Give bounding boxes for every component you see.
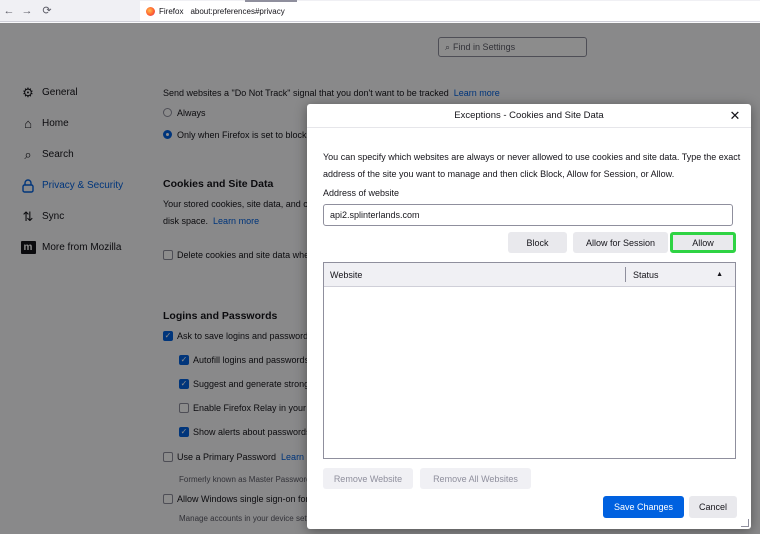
sidebar-item-home[interactable]: ⌂ Home [20, 108, 150, 139]
address-label: Address of website [323, 188, 400, 198]
dnt-text: Send websites a "Do Not Track" signal th… [163, 88, 500, 98]
delete-cookies-checkbox[interactable] [163, 250, 173, 260]
sidebar-item-general[interactable]: ⚙ General [20, 77, 150, 108]
autofill-checkbox[interactable]: ✓ [179, 355, 189, 365]
autofill-label: Autofill logins and passwords [193, 355, 310, 365]
cookies-learn-more-link[interactable]: Learn more [213, 216, 259, 226]
windows-sso-subtext: Manage accounts in your device settings [179, 514, 324, 523]
search-icon: ⌕ [445, 41, 451, 52]
sidebar-item-label: General [42, 87, 78, 98]
logins-heading: Logins and Passwords [163, 310, 278, 322]
radio-only-when[interactable] [163, 130, 172, 139]
block-button[interactable]: Block [508, 232, 567, 253]
sidebar-item-sync[interactable]: ⇅ Sync [20, 201, 150, 232]
sidebar-item-label: More from Mozilla [42, 242, 122, 253]
relay-checkbox[interactable] [179, 403, 189, 413]
suggest-checkbox[interactable]: ✓ [179, 379, 189, 389]
resize-grip-icon[interactable] [741, 519, 749, 527]
website-table[interactable]: Website Status ▲ [323, 262, 736, 459]
sidebar-item-label: Search [42, 149, 74, 160]
back-arrow-icon[interactable]: ← [2, 4, 16, 18]
cookies-text-2: disk space. Learn more [163, 216, 260, 226]
close-icon[interactable]: ✕ [727, 108, 743, 124]
sidebar-item-more-from-mozilla[interactable]: m More from Mozilla [20, 232, 150, 263]
radio-always[interactable] [163, 108, 172, 117]
sidebar-item-label: Home [42, 118, 69, 129]
allow-button[interactable]: Allow [670, 232, 736, 253]
sort-up-icon: ▲ [716, 271, 723, 278]
dnt-learn-more-link[interactable]: Learn more [454, 88, 500, 98]
remove-website-button[interactable]: Remove Website [323, 468, 413, 489]
settings-search-input[interactable]: ⌕ Find in Settings [438, 37, 587, 57]
column-header-status[interactable]: Status ▲ [626, 270, 735, 280]
forward-arrow-icon[interactable]: → [20, 4, 34, 18]
windows-sso-checkbox[interactable] [163, 494, 173, 504]
sidebar-item-privacy[interactable]: Privacy & Security [20, 170, 150, 201]
settings-sidebar: ⚙ General ⌂ Home ⌕ Search Privacy & Secu… [20, 77, 150, 263]
reload-icon[interactable]: ⟳ [40, 4, 54, 18]
column-header-website[interactable]: Website [324, 267, 626, 282]
sidebar-item-search[interactable]: ⌕ Search [20, 139, 150, 170]
sync-icon: ⇅ [22, 208, 34, 224]
browser-toolbar: ← → ⟳ Firefox about:preferences#privacy [0, 0, 760, 22]
magnifier-icon: ⌕ [24, 146, 32, 162]
cookie-exceptions-dialog: Exceptions - Cookies and Site Data ✕ You… [307, 104, 751, 529]
url-bar[interactable]: Firefox about:preferences#privacy [140, 1, 760, 21]
remove-all-websites-button[interactable]: Remove All Websites [420, 468, 531, 489]
table-header: Website Status ▲ [324, 263, 735, 287]
search-placeholder: Find in Settings [453, 42, 516, 52]
alerts-checkbox[interactable]: ✓ [179, 427, 189, 437]
ask-save-checkbox[interactable]: ✓ [163, 331, 173, 341]
status-label: Status [633, 269, 659, 280]
sidebar-item-label: Sync [42, 211, 65, 222]
identity-label: Firefox [159, 6, 184, 16]
allow-for-session-button[interactable]: Allow for Session [573, 232, 668, 253]
dialog-title: Exceptions - Cookies and Site Data [307, 104, 751, 128]
address-input[interactable]: api2.splinterlands.com [323, 204, 733, 226]
tab-indicator [245, 0, 297, 2]
dialog-description: You can specify which websites are alway… [323, 152, 741, 179]
gear-icon: ⚙ [22, 84, 34, 100]
home-icon: ⌂ [24, 116, 32, 131]
save-changes-button[interactable]: Save Changes [603, 496, 684, 518]
sidebar-item-label: Privacy & Security [42, 180, 124, 191]
url-text[interactable]: about:preferences#privacy [190, 7, 284, 16]
cookies-heading: Cookies and Site Data [163, 178, 274, 190]
mozilla-m-icon: m [20, 240, 36, 256]
primary-password-subtext: Formerly known as Master Password [179, 475, 311, 484]
lock-icon [20, 178, 36, 194]
radio-always-label: Always [177, 108, 206, 118]
cancel-button[interactable]: Cancel [689, 496, 737, 518]
primary-password-label: Use a Primary Password Learn more [177, 452, 328, 462]
primary-password-checkbox[interactable] [163, 452, 173, 462]
firefox-logo-icon [146, 6, 155, 16]
